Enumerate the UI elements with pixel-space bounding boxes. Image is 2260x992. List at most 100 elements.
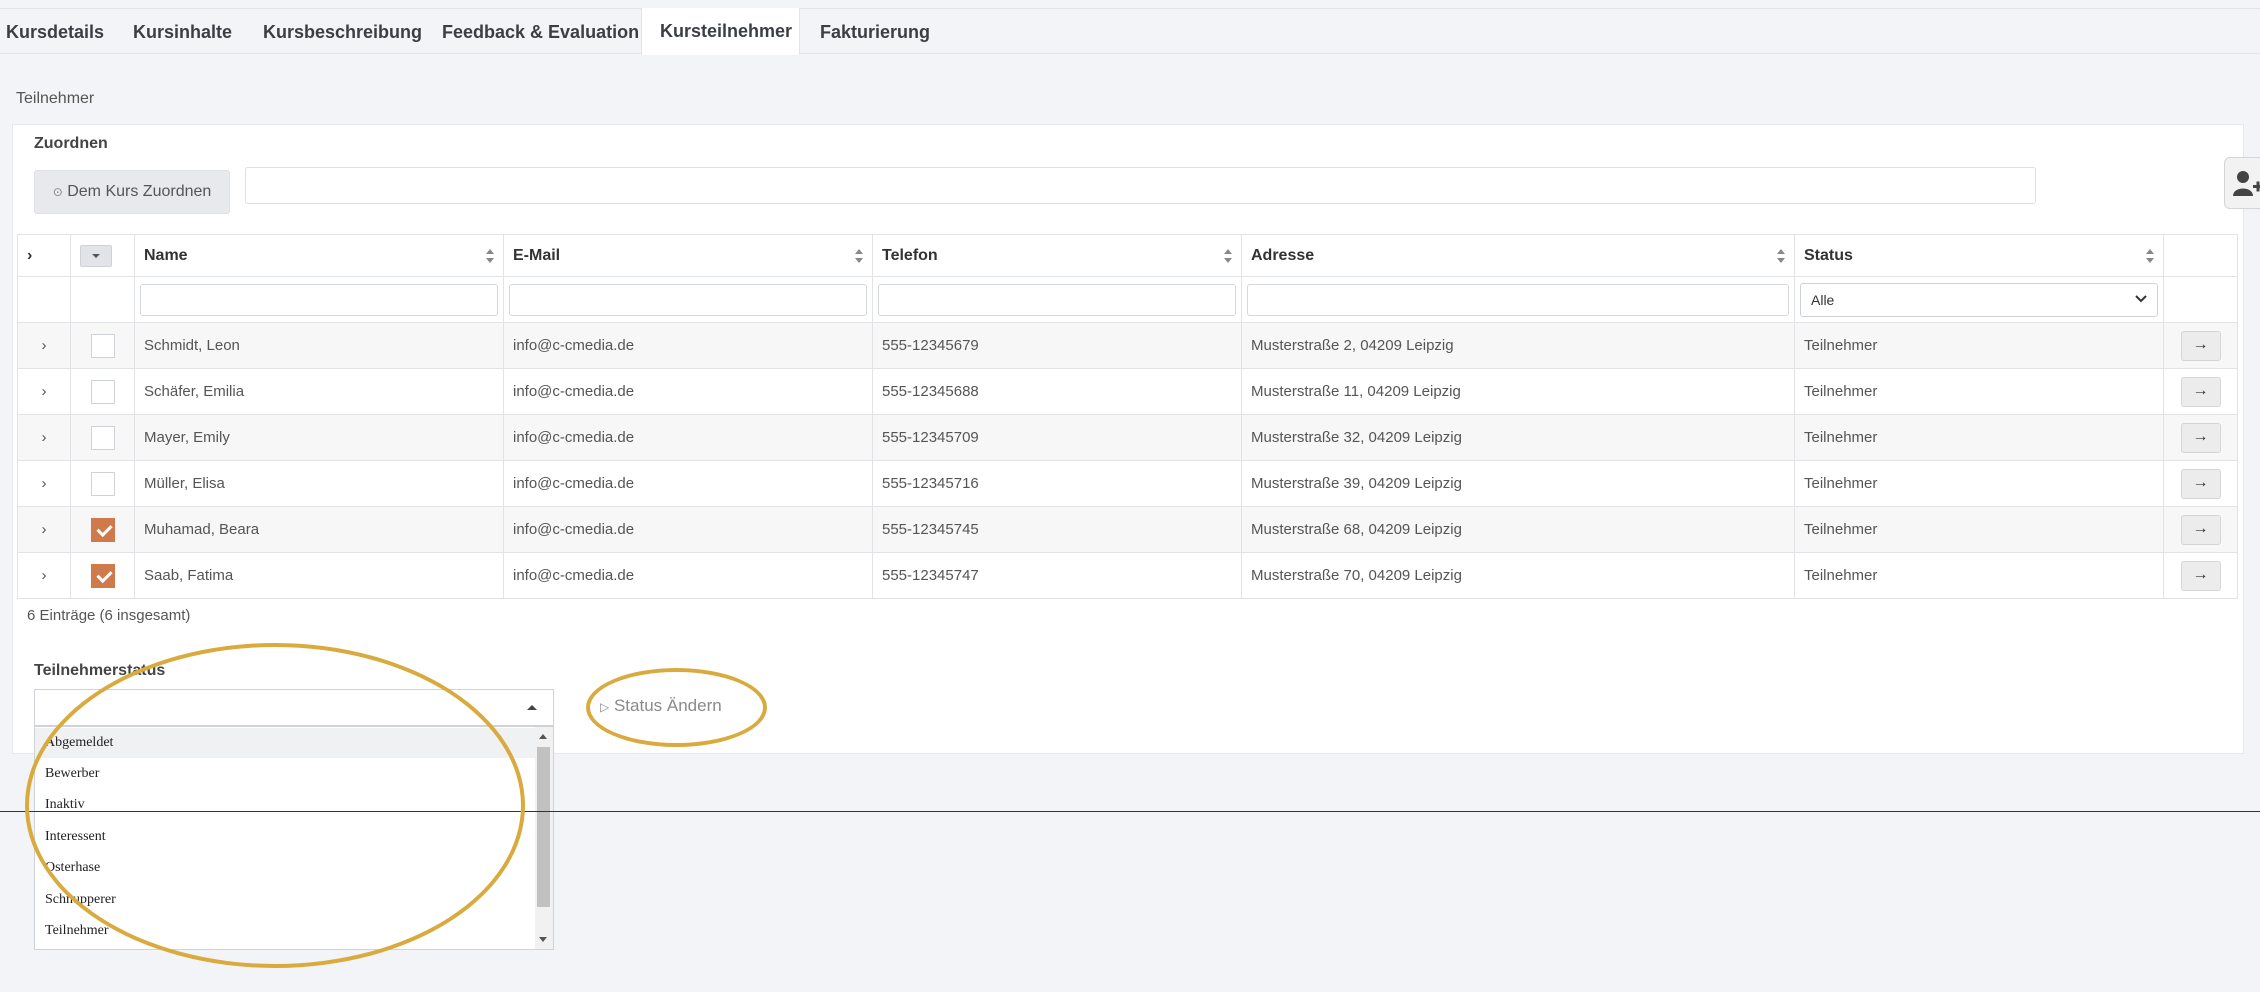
row-checkbox[interactable]: [90, 333, 115, 358]
status-option[interactable]: Abgemeldet: [35, 728, 535, 758]
status-option[interactable]: Inaktiv: [35, 790, 535, 820]
row-name: Mayer, Emily: [134, 414, 504, 461]
participant-status-select[interactable]: [34, 689, 554, 726]
filter-cell-address: [1241, 276, 1795, 323]
play-outline-icon: ▷: [600, 700, 610, 714]
sort-icon: [486, 249, 494, 263]
participant-status-label: Teilnehmerstatus: [34, 662, 166, 679]
row-email: info@c-cmedia.de: [503, 460, 873, 507]
status-option[interactable]: Interessent: [35, 822, 535, 852]
table-row[interactable]: › Müller, Elisa info@c-cmedia.de 555-123…: [17, 460, 2238, 507]
table-row[interactable]: › Muhamad, Beara info@c-cmedia.de 555-12…: [17, 506, 2238, 553]
row-checkbox[interactable]: [90, 379, 115, 404]
row-expand-cell[interactable]: ›: [17, 322, 71, 369]
row-address: Musterstraße 32, 04209 Leipzig: [1241, 414, 1795, 461]
row-select-cell[interactable]: [70, 506, 135, 553]
column-header-name[interactable]: Name: [134, 234, 504, 277]
row-select-cell[interactable]: [70, 322, 135, 369]
chevron-right-icon: ›: [41, 567, 47, 584]
sort-icon: [2146, 249, 2154, 263]
row-name: Müller, Elisa: [134, 460, 504, 507]
side-user-add-tab[interactable]: [2224, 157, 2260, 209]
row-email: info@c-cmedia.de: [503, 322, 873, 369]
assign-button-label: Dem Kurs Zuordnen: [67, 183, 212, 200]
scrollbar-thumb[interactable]: [537, 747, 550, 907]
change-status-button[interactable]: ▷ Status Ändern: [600, 686, 750, 726]
sort-icon: [1224, 249, 1232, 263]
tab-kursteilnehmer[interactable]: Kursteilnehmer: [641, 8, 800, 55]
row-phone: 555-12345679: [872, 322, 1242, 369]
row-status: Teilnehmer: [1794, 460, 2164, 507]
row-action-cell: →: [2163, 368, 2238, 415]
row-action-cell: →: [2163, 460, 2238, 507]
column-header-phone[interactable]: Telefon: [872, 234, 1242, 277]
row-expand-cell[interactable]: ›: [17, 368, 71, 415]
chevron-right-icon: ›: [27, 246, 33, 264]
row-expand-cell[interactable]: ›: [17, 460, 71, 507]
row-select-cell[interactable]: [70, 552, 135, 599]
row-expand-cell[interactable]: ›: [17, 552, 71, 599]
filter-name-input[interactable]: [140, 283, 498, 316]
arrow-right-icon[interactable]: →: [2180, 422, 2221, 453]
chevron-right-icon: ›: [41, 383, 47, 400]
row-checkbox[interactable]: [90, 517, 115, 542]
row-status: Teilnehmer: [1794, 552, 2164, 599]
filter-status-select[interactable]: Alle: [1800, 282, 2158, 317]
caret-up-icon: [527, 705, 537, 710]
column-header-status[interactable]: Status: [1794, 234, 2164, 277]
arrow-right-icon[interactable]: →: [2180, 514, 2221, 545]
status-option[interactable]: Teilnehmer: [35, 916, 535, 946]
row-checkbox[interactable]: [90, 425, 115, 450]
row-status: Teilnehmer: [1794, 322, 2164, 369]
assign-search-input[interactable]: [245, 167, 2036, 204]
status-option[interactable]: Schnupperer: [35, 885, 535, 915]
filter-phone-input[interactable]: [878, 283, 1236, 316]
tab-kursdetails[interactable]: Kursdetails: [0, 9, 122, 55]
arrow-right-icon[interactable]: →: [2180, 468, 2221, 499]
row-expand-cell[interactable]: ›: [17, 414, 71, 461]
arrow-right-icon[interactable]: →: [2180, 376, 2221, 407]
change-status-label: Status Ändern: [613, 696, 722, 715]
row-name: Muhamad, Beara: [134, 506, 504, 553]
filter-cell-status: Alle: [1794, 276, 2164, 323]
table-row[interactable]: › Schmidt, Leon info@c-cmedia.de 555-123…: [17, 322, 2238, 369]
actions-header: [2163, 234, 2238, 277]
column-header-email[interactable]: E-Mail: [503, 234, 873, 277]
sort-icon: [855, 249, 863, 263]
filter-cell-name: [134, 276, 504, 323]
row-action-cell: →: [2163, 552, 2238, 599]
row-checkbox[interactable]: [90, 471, 115, 496]
filter-cell-empty: [2163, 276, 2238, 323]
filter-address-input[interactable]: [1247, 283, 1789, 316]
participants-table: › Name E-Mail Telefon Adresse Status All…: [17, 234, 2238, 599]
table-row[interactable]: › Schäfer, Emilia info@c-cmedia.de 555-1…: [17, 368, 2238, 415]
row-checkbox[interactable]: [90, 563, 115, 588]
filter-email-input[interactable]: [509, 283, 867, 316]
row-name: Schmidt, Leon: [134, 322, 504, 369]
status-option[interactable]: Bewerber: [35, 759, 535, 789]
tab-feedback-evaluation[interactable]: Feedback & Evaluation: [424, 9, 657, 55]
arrow-right-icon[interactable]: →: [2180, 330, 2221, 361]
dropdown-scrollbar[interactable]: [535, 727, 553, 949]
select-header[interactable]: [70, 234, 135, 277]
expand-all-header[interactable]: ›: [17, 234, 71, 277]
row-address: Musterstraße 11, 04209 Leipzig: [1241, 368, 1795, 415]
column-header-address[interactable]: Adresse: [1241, 234, 1795, 277]
table-row[interactable]: › Saab, Fatima info@c-cmedia.de 555-1234…: [17, 552, 2238, 599]
tab-kursinhalte[interactable]: Kursinhalte: [115, 9, 250, 55]
select-dropdown-icon[interactable]: [80, 244, 112, 267]
row-select-cell[interactable]: [70, 460, 135, 507]
scroll-up-icon[interactable]: [539, 734, 547, 739]
arrow-right-icon[interactable]: →: [2180, 560, 2221, 591]
status-option[interactable]: Osterhase: [35, 853, 535, 883]
tab-bar: Kursdetails Kursinhalte Kursbeschreibung…: [0, 8, 2260, 55]
row-select-cell[interactable]: [70, 368, 135, 415]
tab-kursbeschreibung[interactable]: Kursbeschreibung: [245, 9, 440, 55]
scroll-down-icon[interactable]: [539, 937, 547, 942]
table-row[interactable]: › Mayer, Emily info@c-cmedia.de 555-1234…: [17, 414, 2238, 461]
row-expand-cell[interactable]: ›: [17, 506, 71, 553]
assign-to-course-button[interactable]: ⊙ Dem Kurs Zuordnen: [34, 170, 230, 214]
tab-fakturierung[interactable]: Fakturierung: [802, 9, 948, 55]
divider-line: [0, 811, 2260, 812]
row-select-cell[interactable]: [70, 414, 135, 461]
